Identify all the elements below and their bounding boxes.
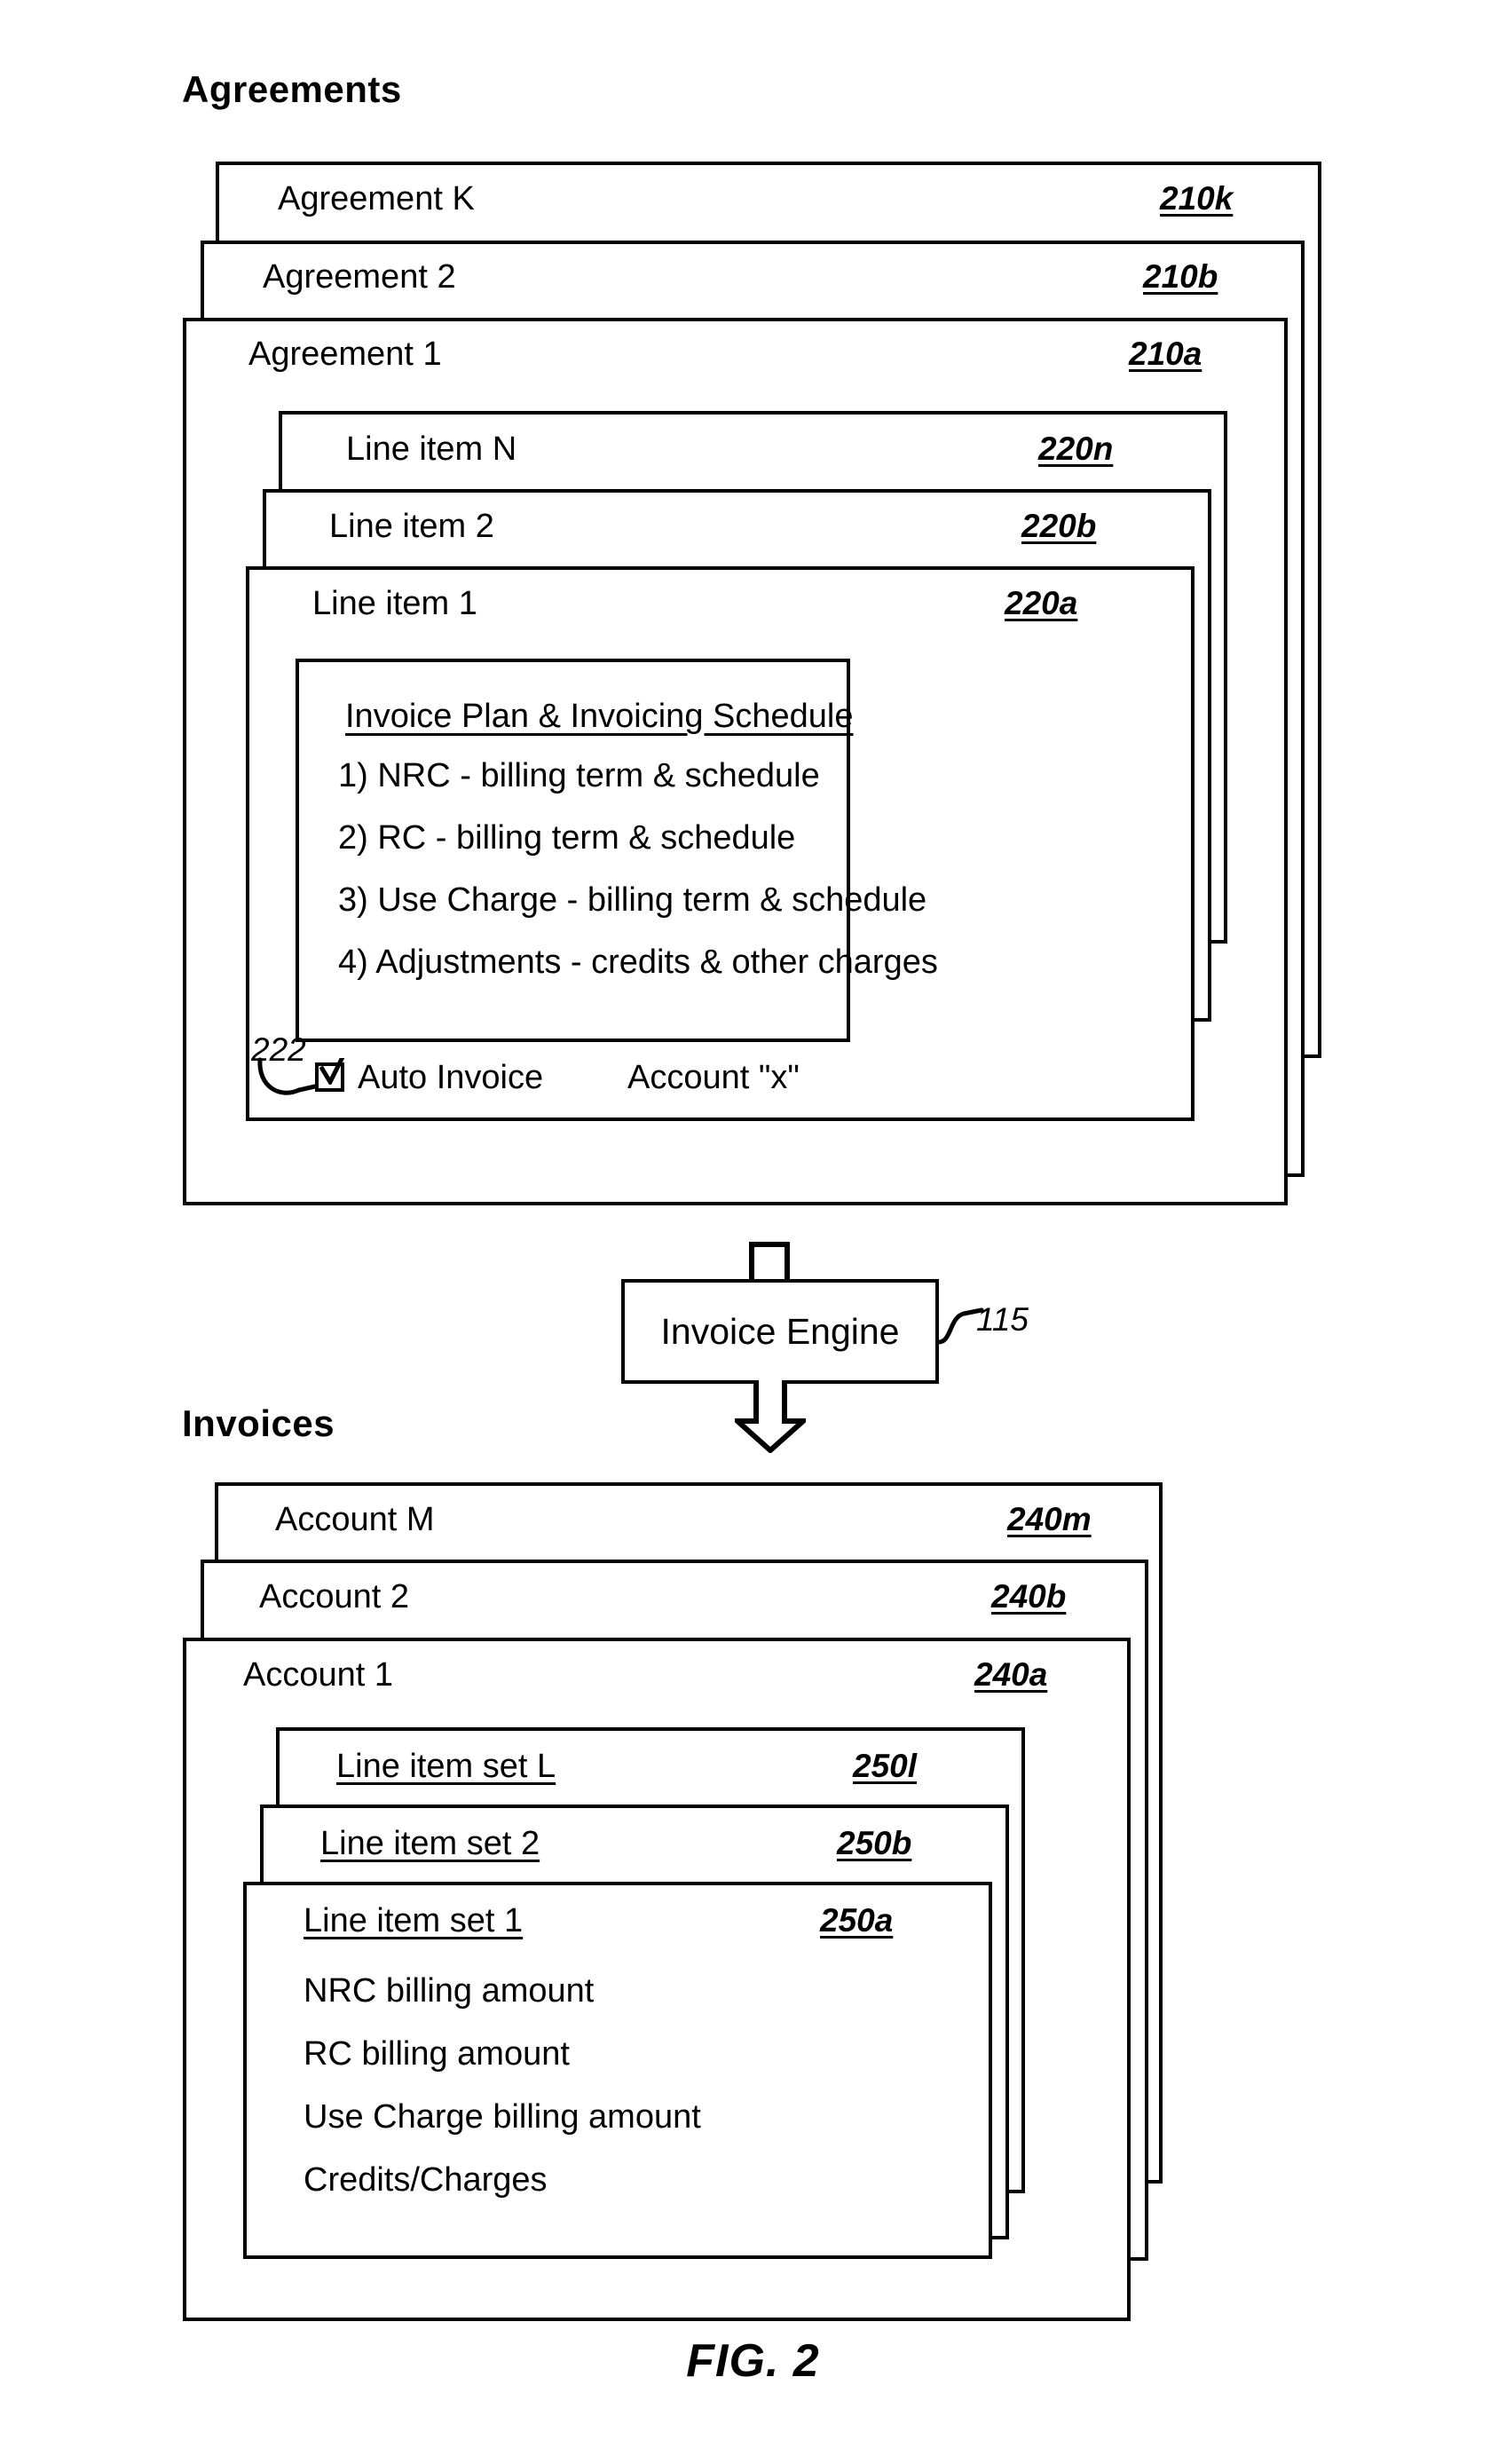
invoice-card-2-label: Account 2	[259, 1578, 409, 1615]
agreements-heading: Agreements	[182, 68, 402, 110]
invoice-amount-credits-charges: Credits/Charges	[304, 2161, 548, 2199]
auto-invoice-row: Auto Invoice Account "x"	[315, 1058, 812, 1102]
invoice-line-item-set-card-2-ref: 250b	[837, 1825, 912, 1861]
invoice-line-item-set-card-2-label: Line item set 2	[320, 1825, 540, 1862]
invoice-line-item-set-card-1-ref: 250a	[820, 1902, 894, 1939]
invoice-amount-rc: RC billing amount	[304, 2035, 570, 2073]
invoice-card-m-label: Account M	[275, 1501, 435, 1538]
line-item-card-n-ref: 220n	[1038, 430, 1114, 467]
auto-invoice-label: Auto Invoice	[358, 1059, 544, 1096]
line-item-card-1-label: Line item 1	[312, 585, 477, 622]
invoice-plan-line-3: 3) Use Charge - billing term & schedule	[338, 881, 927, 919]
patent-figure-2: Agreements Agreement K 210k Agreement 2 …	[0, 0, 1506, 2464]
invoices-heading: Invoices	[182, 1402, 335, 1444]
invoice-line-item-set-card-1-label: Line item set 1	[304, 1902, 524, 1939]
line-item-card-2-label: Line item 2	[329, 508, 494, 545]
account-x-label: Account "x"	[627, 1059, 800, 1096]
auto-invoice-checkbox[interactable]	[315, 1058, 344, 1092]
ref-222-leader-line	[257, 1057, 318, 1095]
agreement-card-k-label: Agreement K	[278, 180, 475, 217]
invoice-line-item-set-card-l-ref: 250l	[853, 1748, 918, 1784]
ref-115-label: 115	[976, 1301, 1029, 1338]
invoice-plan-box: Invoice Plan & Invoicing Schedule 1) NRC…	[296, 659, 938, 1042]
invoice-card-m-ref: 240m	[1007, 1501, 1092, 1537]
invoice-engine-label: Invoice Engine	[660, 1310, 900, 1352]
invoice-engine-box: Invoice Engine	[621, 1279, 939, 1384]
invoice-plan-line-2: 2) RC - billing term & schedule	[338, 819, 796, 857]
agreement-card-1-label: Agreement 1	[248, 336, 442, 373]
agreement-card-2-ref: 210b	[1143, 258, 1218, 295]
line-item-card-1-ref: 220a	[1005, 585, 1078, 621]
invoice-plan-line-4: 4) Adjustments - credits & other charges	[338, 944, 938, 981]
invoice-plan-title: Invoice Plan & Invoicing Schedule	[345, 698, 854, 735]
invoice-card-1-label: Account 1	[243, 1656, 393, 1694]
agreement-card-1-ref: 210a	[1129, 336, 1202, 372]
agreement-card-2-label: Agreement 2	[263, 258, 456, 296]
line-item-card-2-ref: 220b	[1021, 508, 1097, 544]
flow-arrow-out-of-engine	[735, 1380, 806, 1453]
invoice-card-2-ref: 240b	[991, 1578, 1067, 1615]
invoice-amount-nrc: NRC billing amount	[304, 1972, 595, 2010]
agreement-card-k-ref: 210k	[1160, 180, 1234, 217]
invoice-card-1-ref: 240a	[974, 1656, 1048, 1693]
checkmark-icon	[319, 1058, 344, 1085]
figure-caption: FIG. 2	[686, 2335, 820, 2387]
flow-arrow-into-engine	[749, 1242, 790, 1283]
invoice-plan-line-1: 1) NRC - billing term & schedule	[338, 757, 820, 794]
invoice-line-item-set-card-l-label: Line item set L	[336, 1748, 556, 1785]
line-item-card-n-label: Line item N	[346, 430, 517, 468]
invoice-amount-use-charge: Use Charge billing amount	[304, 2098, 701, 2136]
